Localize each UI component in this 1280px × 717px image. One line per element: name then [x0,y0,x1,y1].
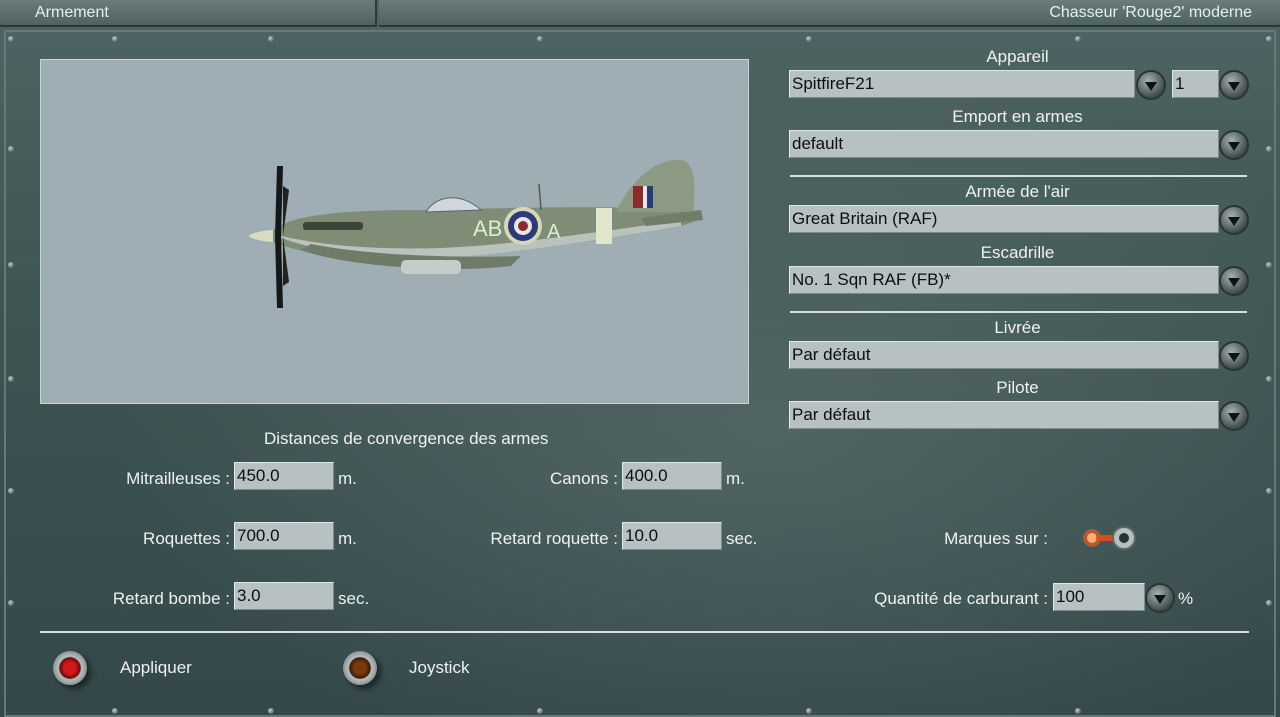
appareil-count-dropdown-icon[interactable] [1221,72,1247,98]
roquettes-label: Roquettes : [143,529,230,548]
carburant-select[interactable]: 100 [1053,583,1145,611]
appareil-count-select[interactable]: 1 [1172,70,1219,98]
rivet-icon [1266,36,1272,42]
retard-roquette-unit: sec. [726,529,758,548]
rivet-icon [268,36,274,42]
appareil-select[interactable]: SpitfireF21 [789,70,1135,98]
window-title: Chasseur 'Rouge2' moderne [379,0,1280,27]
livree-label: Livrée [994,318,1041,337]
canons-label: Canons : [549,469,618,488]
marques-toggle[interactable] [1080,524,1140,552]
escadrille-select[interactable]: No. 1 Sqn RAF (FB)* [789,266,1219,294]
rivet-icon [8,36,14,42]
emport-select[interactable]: default [789,130,1219,158]
footer-divider [40,631,1249,633]
armee-dropdown-icon[interactable] [1221,207,1247,233]
canons-input[interactable]: 400.0 [622,462,722,490]
pilote-dropdown-icon[interactable] [1221,403,1247,429]
joystick-button-icon[interactable] [343,651,377,685]
rivet-icon [537,708,543,714]
rivet-icon [8,146,14,152]
appliquer-button-icon[interactable] [53,651,87,685]
fuselage-band [596,208,612,244]
toggle-switch-icon [1083,526,1136,550]
roquettes-input[interactable]: 700.0 [234,522,334,550]
rivet-icon [1266,262,1272,268]
rivet-icon [537,36,543,42]
retard-bombe-label: Retard bombe : [112,589,230,608]
appliquer-label[interactable]: Appliquer [120,658,192,678]
convergence-title: Distances de convergence des armes [264,429,549,448]
canopy [425,197,483,213]
retard-bombe-input[interactable]: 3.0 [234,582,334,610]
rivet-icon [1266,376,1272,382]
rivet-icon [8,262,14,268]
roundel-red [518,221,528,231]
retard-bombe-unit: sec. [338,589,370,608]
rivet-icon [8,488,14,494]
antenna [538,183,542,211]
divider [790,175,1247,177]
escadrille-dropdown-icon[interactable] [1221,268,1247,294]
canons-unit: m. [726,469,745,488]
rivet-icon [1266,146,1272,152]
divider [790,311,1247,313]
propeller-blade-bottom [275,236,283,308]
escadrille-label: Escadrille [980,243,1055,262]
mitrailleuses-unit: m. [338,469,357,488]
squadron-code: AB [473,216,502,241]
rivet-icon [268,708,274,714]
retard-roquette-input[interactable]: 10.0 [622,522,722,550]
tail-flash-blue [647,186,653,208]
livree-select[interactable]: Par défaut [789,341,1219,369]
armee-label: Armée de l'air [965,182,1070,201]
livree-dropdown-icon[interactable] [1221,343,1247,369]
emport-label: Emport en armes [952,107,1083,126]
rivet-icon [1075,36,1081,42]
tail-fin [616,159,695,212]
emport-dropdown-icon[interactable] [1221,132,1247,158]
joystick-label[interactable]: Joystick [409,658,469,678]
retard-roquette-label: Retard roquette : [490,529,618,548]
aircraft-preview: AB A [40,59,749,404]
carburant-label: Quantité de carburant : [874,589,1048,608]
mitrailleuses-label: Mitrailleuses : [126,469,230,488]
aircraft-image: AB A [249,159,703,308]
rivet-icon [112,36,118,42]
rivet-icon [112,708,118,714]
rivet-icon [806,36,812,42]
rivet-icon [1266,600,1272,606]
armee-select[interactable]: Great Britain (RAF) [789,205,1219,233]
rivet-icon [806,708,812,714]
mitrailleuses-input[interactable]: 450.0 [234,462,334,490]
rivet-icon [8,600,14,606]
appareil-dropdown-icon[interactable] [1138,72,1164,98]
marques-label: Marques sur : [944,529,1048,548]
appareil-label: Appareil [986,47,1049,66]
roquettes-unit: m. [338,529,357,548]
carburant-unit: % [1178,589,1194,608]
pilote-select[interactable]: Par défaut [789,401,1219,429]
rivet-icon [8,376,14,382]
exhausts [303,222,363,230]
tab-armement[interactable]: Armement [0,0,377,27]
spinner [249,230,273,242]
carburant-dropdown-icon[interactable] [1147,585,1173,611]
rivet-icon [1266,488,1272,494]
rivet-icon [1075,708,1081,714]
aircraft-letter: A [547,221,561,243]
drop-tank [401,260,461,274]
pilote-label: Pilote [996,378,1039,397]
